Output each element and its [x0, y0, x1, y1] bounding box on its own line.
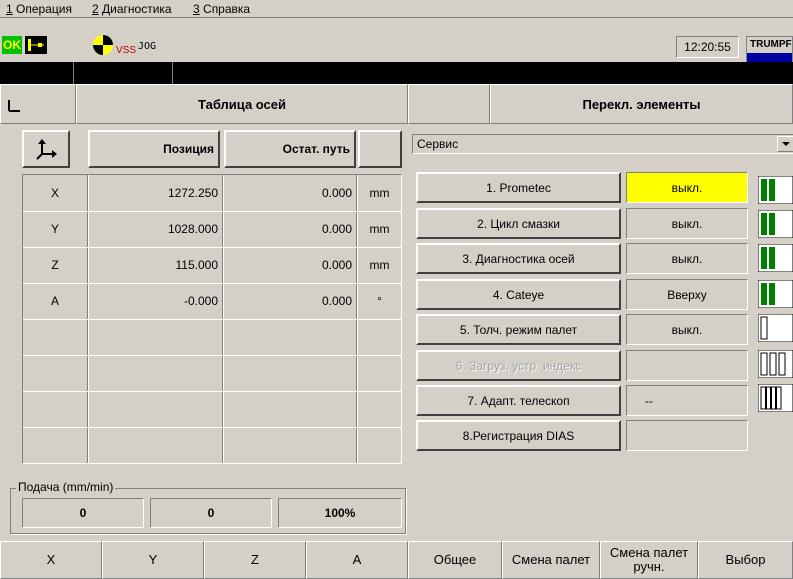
- softkey-pallet-change[interactable]: Смена палет: [502, 541, 600, 579]
- coordinate-system-button[interactable]: [22, 130, 70, 168]
- feed-override: 100%: [278, 498, 402, 528]
- switch-lubrication-button[interactable]: 2. Цикл смазки: [416, 208, 621, 239]
- switch-axis-diagnostics-state: выкл.: [626, 243, 748, 274]
- menu-bar: 1 Операция 2 Диагностика 3 Справка: [0, 0, 793, 18]
- menu-help[interactable]: 3 Справка: [193, 2, 250, 16]
- axis-name-y: Y: [50, 222, 59, 236]
- menu-operation[interactable]: 1 Операция: [6, 2, 72, 16]
- softkey-y[interactable]: Y: [102, 541, 204, 579]
- softkey-select[interactable]: Выбор: [698, 541, 793, 579]
- menu-diagnostics[interactable]: 2 Диагностика: [92, 2, 172, 16]
- axis-remaining-x: 0.000: [321, 186, 352, 200]
- switch-index-loader-button: 6. Загруз. устр. индекс: [416, 350, 621, 381]
- switch-prometec-state: выкл.: [626, 172, 748, 203]
- switch-cateye-state: Вверху: [626, 279, 748, 310]
- switch-header-blank: [408, 84, 490, 124]
- axis-unit-y: mm: [369, 222, 390, 236]
- telescope-indicator-icon: [757, 383, 793, 415]
- service-dropdown[interactable]: Сервис: [412, 134, 793, 154]
- axis-remaining-z: 0.000: [321, 258, 352, 272]
- axis-unit-a: °: [377, 294, 382, 308]
- switch-cateye-button[interactable]: 4. Cateye: [416, 279, 621, 310]
- jog-mode: JOG: [138, 41, 157, 52]
- toggle-indicator-on-icon: [757, 243, 793, 275]
- axis-name-z: Z: [51, 258, 59, 272]
- axes-table-body: X 1272.250 0.000 mm Y 1028.000 0.000 mm …: [22, 174, 402, 464]
- switch-axis-diagnostics-button[interactable]: 3. Диагностика осей: [416, 243, 621, 274]
- switch-prometec-button[interactable]: 1. Prometec: [416, 172, 621, 203]
- axis-position-z: 115.000: [175, 258, 219, 272]
- switch-pallet-jog-state: выкл.: [626, 314, 748, 345]
- position-column-header[interactable]: Позиция: [88, 130, 220, 168]
- softkey-z[interactable]: Z: [204, 541, 306, 579]
- message-bar: [0, 62, 793, 84]
- unit-column-header[interactable]: [358, 130, 402, 168]
- feed-value-1: 0: [22, 498, 144, 528]
- remaining-column-header[interactable]: Остат. путь: [224, 130, 356, 168]
- softkey-pallet-change-manual[interactable]: Смена палет ручн.: [600, 541, 698, 579]
- vss-label: VSS: [116, 45, 137, 56]
- axis-remaining-a: 0.000: [321, 294, 352, 308]
- toggle-indicator-on-icon: [757, 175, 793, 207]
- feed-value-2: 0: [150, 498, 272, 528]
- switch-panel-title: Перекл. элементы: [490, 84, 793, 124]
- clock: 12:20:55: [676, 36, 739, 58]
- axes-cross-icon: [36, 139, 57, 160]
- switch-telescope-state: --: [626, 385, 748, 416]
- switch-dias-registration-button[interactable]: 8.Регистрация DIAS: [416, 420, 621, 451]
- coordinate-icon: [8, 100, 20, 112]
- switch-telescope-button[interactable]: 7. Адапт. телескоп: [416, 385, 621, 416]
- status-bar: OK VSS JOG 12:20:55 TRUMPF: [0, 18, 793, 80]
- axis-position-x: 1272.250: [167, 186, 218, 200]
- chevron-down-icon[interactable]: [777, 136, 793, 152]
- switch-pallet-jog-button[interactable]: 5. Толч. режим палет: [416, 314, 621, 345]
- axes-header-icon-cell: [0, 84, 76, 124]
- switch-dias-registration-state: [626, 420, 748, 451]
- reference-icon: [25, 36, 47, 54]
- toggle-indicator-off-icon: [757, 313, 793, 345]
- feed-label: Подача (mm/min): [16, 480, 116, 494]
- axis-unit-x: mm: [369, 186, 390, 200]
- switch-lubrication-state: выкл.: [626, 208, 748, 239]
- axis-name-x: X: [50, 186, 59, 200]
- toggle-indicator-on-icon: [757, 279, 793, 311]
- vss-target-icon: [92, 34, 114, 59]
- softkey-x[interactable]: X: [0, 541, 102, 579]
- toggle-indicator-on-icon: [757, 209, 793, 241]
- axis-unit-z: mm: [369, 258, 390, 272]
- softkey-a[interactable]: A: [306, 541, 408, 579]
- axis-name-a: A: [50, 294, 59, 308]
- softkey-general[interactable]: Общее: [408, 541, 502, 579]
- axis-position-a: -0.000: [183, 294, 218, 308]
- multi-position-indicator-icon: [757, 349, 793, 381]
- switch-index-loader-state: [626, 350, 748, 381]
- axis-remaining-y: 0.000: [321, 222, 352, 236]
- axes-table-title: Таблица осей: [76, 84, 408, 124]
- axis-position-y: 1028.000: [167, 222, 218, 236]
- ok-indicator: OK: [2, 36, 22, 54]
